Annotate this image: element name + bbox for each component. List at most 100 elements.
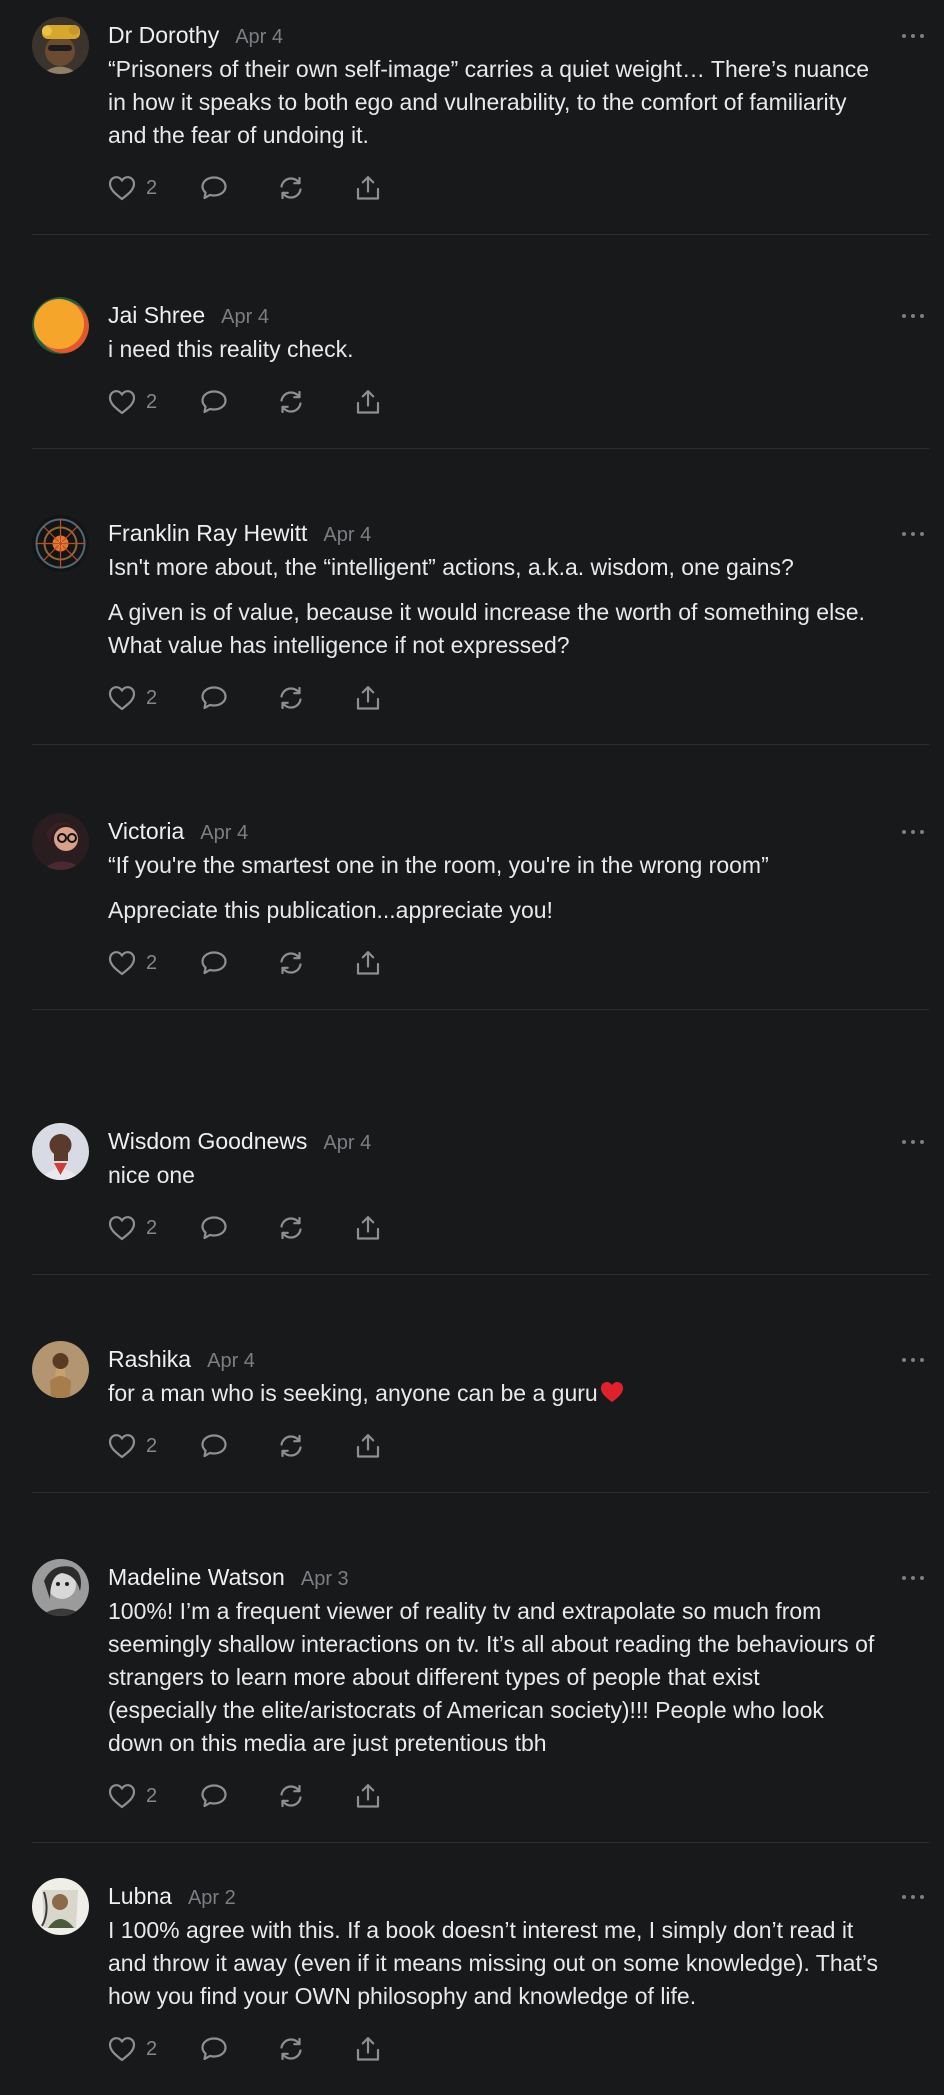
share-button[interactable] <box>354 382 382 422</box>
restack-button[interactable] <box>277 382 354 422</box>
like-button[interactable]: 2 <box>108 382 200 422</box>
reply-button[interactable] <box>200 678 277 718</box>
like-button[interactable]: 2 <box>108 678 200 718</box>
refresh-cycle-icon <box>277 685 305 711</box>
share-button[interactable] <box>354 678 382 718</box>
refresh-cycle-icon <box>277 950 305 976</box>
comment-item: Jai Shree Apr 4i need this reality check.… <box>32 235 929 449</box>
share-button[interactable] <box>354 943 382 983</box>
author-name[interactable]: Rashika <box>108 1341 191 1377</box>
comment-actions: 2 <box>108 1208 929 1248</box>
author-name[interactable]: Victoria <box>108 813 184 849</box>
comment-body: Isn't more about, the “intelligent” acti… <box>108 551 929 662</box>
comment-actions: 2 <box>108 2029 929 2069</box>
comment-date[interactable]: Apr 4 <box>221 299 269 335</box>
like-button[interactable]: 2 <box>108 1426 200 1466</box>
comment-date[interactable]: Apr 4 <box>323 1125 371 1161</box>
comment-header: Madeline Watson Apr 3 <box>108 1559 929 1595</box>
like-count: 2 <box>146 1216 158 1239</box>
comment-item: Madeline Watson Apr 3 100%! I’m a frequent… <box>32 1493 929 1843</box>
comment-header: Franklin Ray Hewitt Apr 4 <box>108 515 929 551</box>
share-button[interactable] <box>354 168 382 208</box>
reply-button[interactable] <box>200 168 277 208</box>
share-button[interactable] <box>354 2029 382 2069</box>
author-name[interactable]: Jai Shree <box>108 297 205 333</box>
share-upload-icon <box>354 949 382 977</box>
avatar[interactable] <box>32 1559 89 1616</box>
comment-header: Victoria Apr 4 <box>108 813 929 849</box>
share-button[interactable] <box>354 1426 382 1466</box>
comment-paragraph: 100%! I’m a frequent viewer of reality t… <box>108 1598 875 1756</box>
like-count: 2 <box>146 390 158 413</box>
refresh-cycle-icon <box>277 175 305 201</box>
comment-paragraph: I 100% agree with this. If a book doesn’… <box>108 1917 879 2009</box>
comment-paragraph: nice one <box>108 1162 195 1188</box>
more-options-icon[interactable] <box>902 827 924 837</box>
comment-paragraph: Appreciate this publication...appreciate… <box>108 897 553 923</box>
comment-actions: 2 <box>108 382 929 422</box>
more-options-icon[interactable] <box>902 1892 924 1902</box>
comment-date[interactable]: Apr 4 <box>235 19 283 55</box>
more-options-icon[interactable] <box>902 1573 924 1583</box>
restack-button[interactable] <box>277 1426 354 1466</box>
share-button[interactable] <box>354 1208 382 1248</box>
heart-icon <box>108 389 136 415</box>
avatar[interactable] <box>32 17 89 74</box>
comment-body: “If you're the smartest one in the room,… <box>108 849 929 927</box>
share-button[interactable] <box>354 1776 382 1816</box>
like-button[interactable]: 2 <box>108 2029 200 2069</box>
like-button[interactable]: 2 <box>108 1776 200 1816</box>
heart-icon <box>108 2036 136 2062</box>
more-options-icon[interactable] <box>902 529 924 539</box>
comment-date[interactable]: Apr 4 <box>200 815 248 851</box>
avatar[interactable] <box>32 1341 89 1398</box>
avatar[interactable] <box>32 813 89 870</box>
author-name[interactable]: Franklin Ray Hewitt <box>108 515 307 551</box>
share-upload-icon <box>354 2035 382 2063</box>
restack-button[interactable] <box>277 943 354 983</box>
reply-button[interactable] <box>200 1776 277 1816</box>
avatar[interactable] <box>32 515 89 572</box>
reply-button[interactable] <box>200 1208 277 1248</box>
more-options-icon[interactable] <box>902 31 924 41</box>
comment-date[interactable]: Apr 2 <box>188 1880 236 1916</box>
comment-body: for a man who is seeking, anyone can be … <box>108 1377 929 1410</box>
comment-date[interactable]: Apr 4 <box>207 1343 255 1379</box>
author-name[interactable]: Lubna <box>108 1878 172 1914</box>
heart-icon <box>108 685 136 711</box>
avatar[interactable] <box>32 297 89 354</box>
restack-button[interactable] <box>277 678 354 718</box>
more-options-icon[interactable] <box>902 311 924 321</box>
comment-actions: 2 <box>108 1426 929 1466</box>
reply-button[interactable] <box>200 943 277 983</box>
avatar[interactable] <box>32 1123 89 1180</box>
share-upload-icon <box>354 684 382 712</box>
restack-button[interactable] <box>277 1776 354 1816</box>
refresh-cycle-icon <box>277 1783 305 1809</box>
reply-button[interactable] <box>200 2029 277 2069</box>
like-button[interactable]: 2 <box>108 1208 200 1248</box>
comment-date[interactable]: Apr 4 <box>323 517 371 553</box>
refresh-cycle-icon <box>277 1433 305 1459</box>
restack-button[interactable] <box>277 168 354 208</box>
restack-button[interactable] <box>277 1208 354 1248</box>
like-button[interactable]: 2 <box>108 943 200 983</box>
comment-body: nice one <box>108 1159 929 1192</box>
avatar[interactable] <box>32 1878 89 1935</box>
like-count: 2 <box>146 1434 158 1457</box>
more-options-icon[interactable] <box>902 1137 924 1147</box>
comment-actions: 2 <box>108 1776 929 1816</box>
comment-item: Lubna Apr 2I 100% agree with this. If a b… <box>32 1843 929 2069</box>
reply-button[interactable] <box>200 1426 277 1466</box>
author-name[interactable]: Wisdom Goodnews <box>108 1123 307 1159</box>
author-name[interactable]: Dr Dorothy <box>108 17 219 53</box>
like-button[interactable]: 2 <box>108 168 200 208</box>
comment-date[interactable]: Apr 3 <box>301 1561 349 1597</box>
comment-item: Wisdom Goodnews Apr 4 nice one 2 <box>32 1010 929 1275</box>
heart-icon <box>108 950 136 976</box>
more-options-icon[interactable] <box>902 1355 924 1365</box>
author-name[interactable]: Madeline Watson <box>108 1559 285 1595</box>
comment-item: Franklin Ray Hewitt Apr 4 Isn't more about… <box>32 449 929 745</box>
reply-button[interactable] <box>200 382 277 422</box>
restack-button[interactable] <box>277 2029 354 2069</box>
